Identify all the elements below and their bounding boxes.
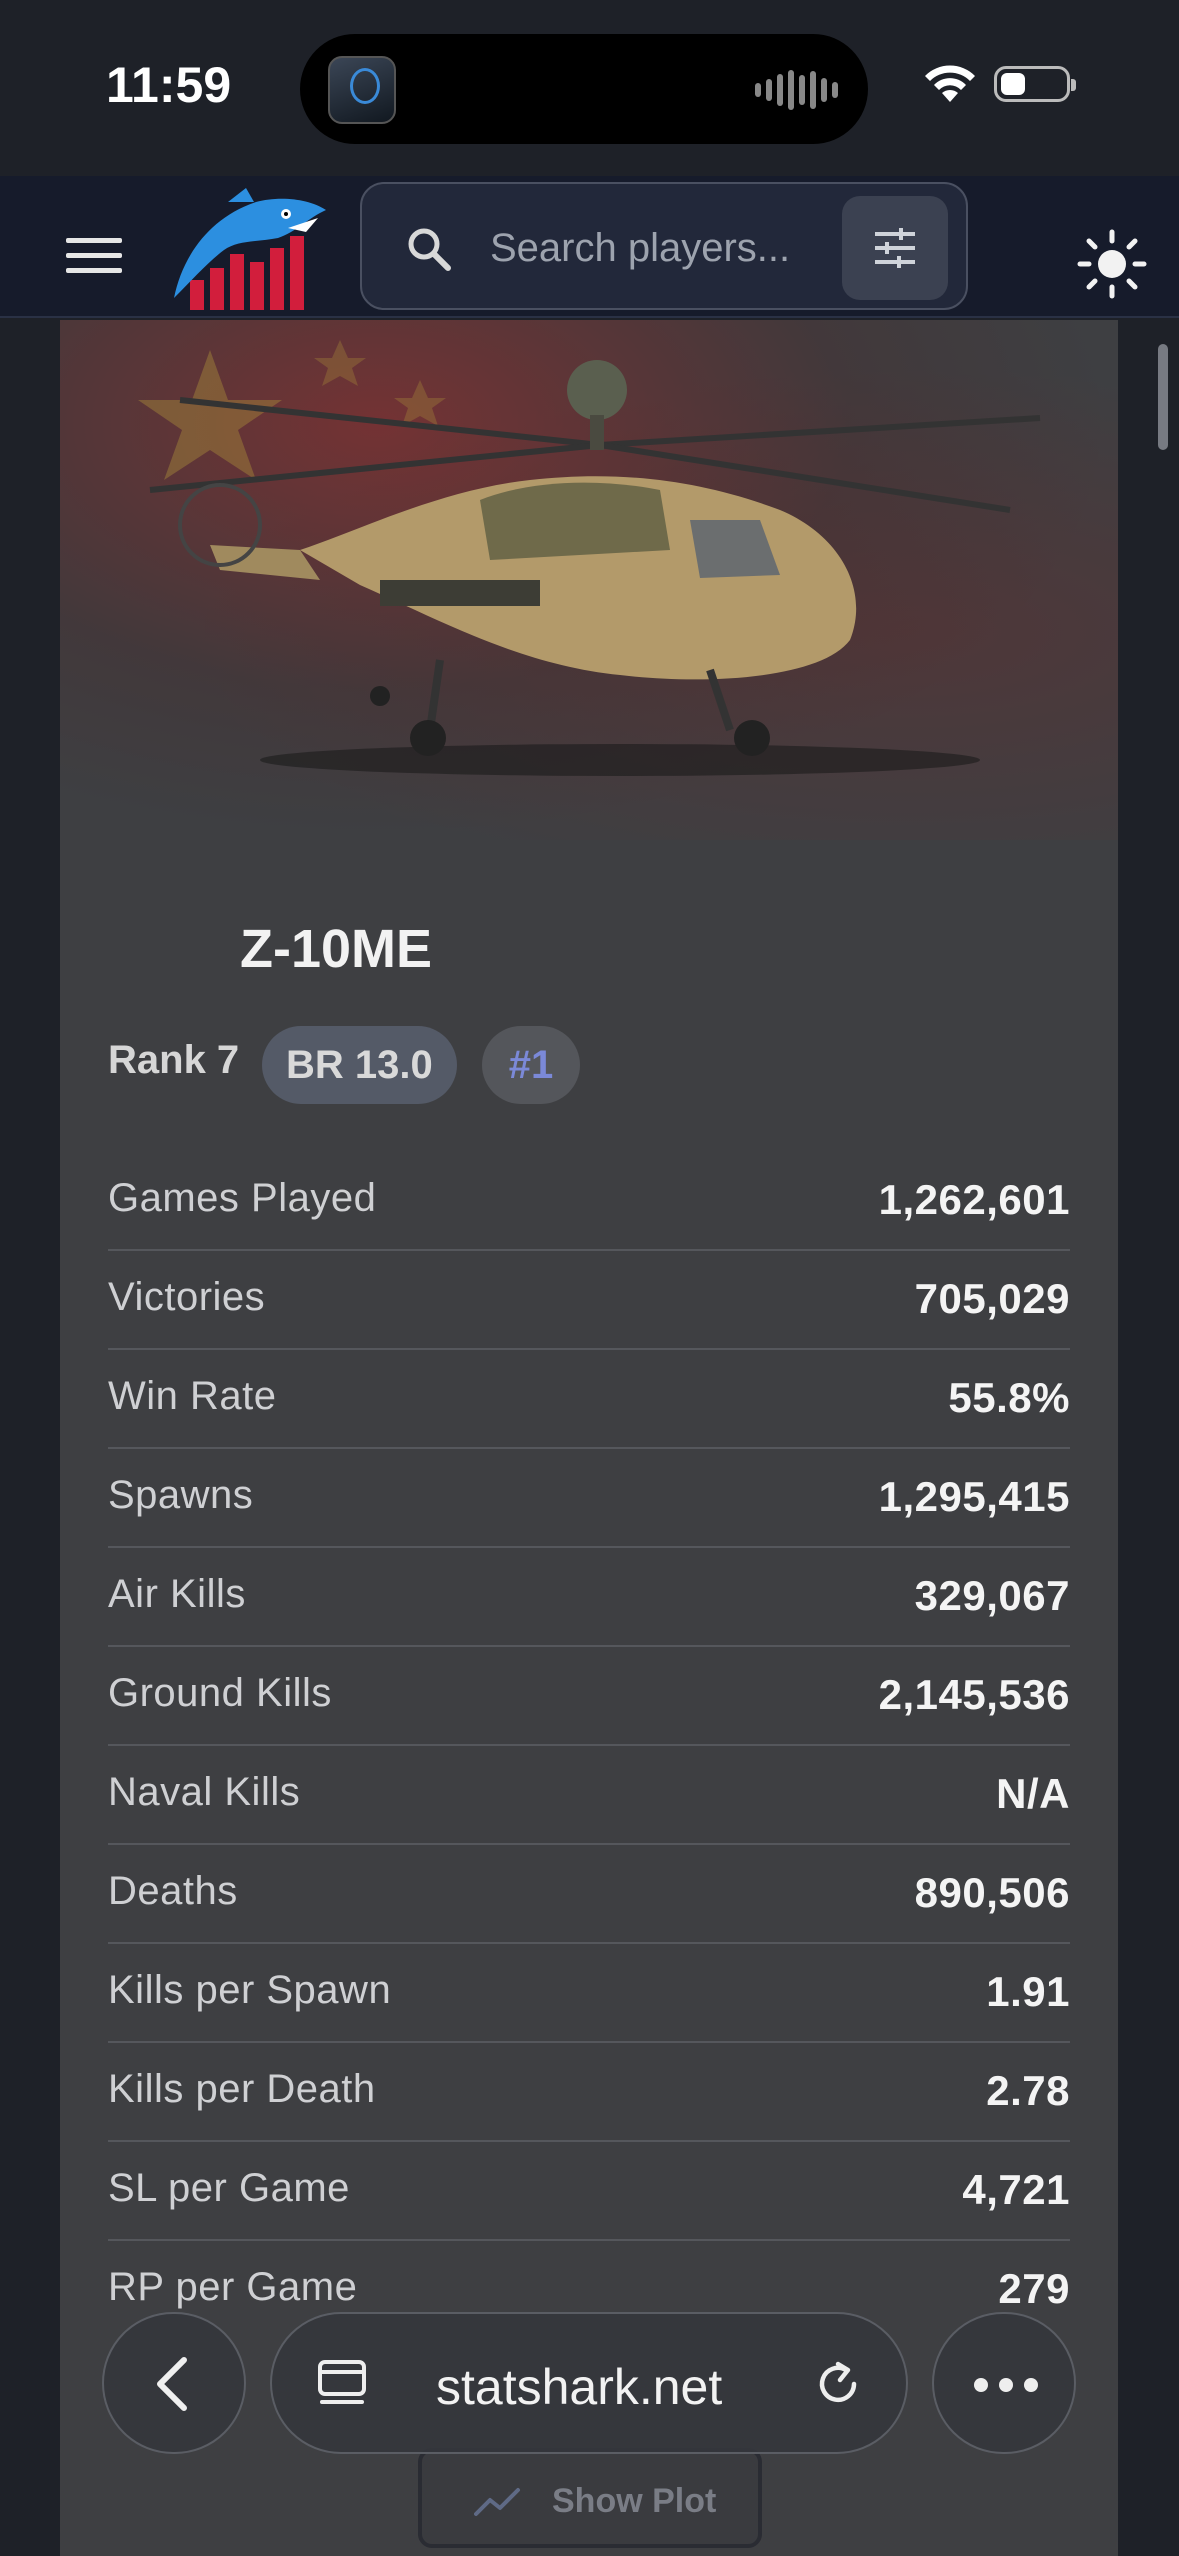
vehicle-image [60,320,1118,840]
stat-row-ground-kills: Ground Kills 2,145,536 [108,1647,1070,1746]
stat-value: 4,721 [962,2166,1070,2213]
stat-value: 1.91 [986,1968,1070,2015]
stat-label: Kills per Spawn [108,1968,392,2012]
stats-table: Games Played 1,262,601 Victories 705,029 W… [108,1152,1070,2340]
stat-label: RP per Game [108,2265,358,2309]
audio-waveform-icon [755,68,838,112]
stat-value: 2,145,536 [878,1671,1070,1718]
stat-value: 2.78 [986,2067,1070,2114]
rank-label: Rank 7 [108,1038,240,1082]
more-dots-icon [974,2378,988,2392]
stat-label: Air Kills [108,1572,246,1616]
search-icon [408,228,451,271]
sliders-icon [875,228,915,268]
filter-button[interactable] [842,196,948,300]
hamburger-menu-icon[interactable] [66,238,122,276]
dynamic-island [300,34,868,144]
stat-value: 329,067 [914,1572,1070,1619]
battle-rating-badge: BR 13.0 [262,1026,457,1104]
sun-icon[interactable] [1076,228,1148,300]
stat-label: SL per Game [108,2166,350,2210]
stat-value: 55.8% [948,1374,1070,1421]
stat-row-naval-kills: Naval Kills N/A [108,1746,1070,1845]
stat-row-games-played: Games Played 1,262,601 [108,1152,1070,1251]
status-bar: 11:59 [0,0,1179,176]
position-badge[interactable]: #1 [482,1026,580,1104]
battery-icon [994,66,1076,102]
show-plot-button[interactable]: Show Plot [418,2448,762,2548]
stat-row-victories: Victories 705,029 [108,1251,1070,1350]
stat-row-sl-per-game: SL per Game 4,721 [108,2142,1070,2241]
status-time: 11:59 [106,57,232,113]
vehicle-name: Z-10ME [240,919,433,979]
stat-row-kills-per-death: Kills per Death 2.78 [108,2043,1070,2142]
top-navbar [0,176,1179,318]
stat-value: N/A [996,1770,1070,1817]
helicopter-image [138,340,1041,776]
stat-value: 1,262,601 [878,1176,1070,1223]
browser-back-button[interactable] [102,2312,246,2454]
more-dots-icon [999,2378,1013,2392]
now-playing-artwork [328,56,396,124]
reload-icon[interactable] [812,2358,864,2410]
stat-label: Ground Kills [108,1671,332,1715]
search-input[interactable] [490,214,820,282]
stat-row-air-kills: Air Kills 329,067 [108,1548,1070,1647]
stat-label: Spawns [108,1473,254,1517]
stat-label: Naval Kills [108,1770,301,1814]
browser-url-bar[interactable]: statshark.net [270,2312,908,2454]
show-plot-label: Show Plot [552,2482,717,2520]
stat-value: 705,029 [914,1275,1070,1322]
chevron-left-icon [157,2357,187,2411]
stat-label: Deaths [108,1869,238,1913]
stat-label: Victories [108,1275,266,1319]
stat-row-deaths: Deaths 890,506 [108,1845,1070,1944]
stat-value: 1,295,415 [878,1473,1070,1520]
stat-value: 890,506 [914,1869,1070,1916]
search-box [360,182,968,310]
more-dots-icon [1024,2378,1038,2392]
wifi-icon [925,65,975,102]
stat-row-kills-per-spawn: Kills per Spawn 1.91 [108,1944,1070,2043]
more-options-button[interactable] [932,2312,1076,2454]
url-text: statshark.net [436,2359,723,2415]
stat-label: Win Rate [108,1374,277,1418]
tabs-icon [318,2360,366,2404]
stat-value: 279 [998,2265,1070,2312]
stat-label: Kills per Death [108,2067,376,2111]
statshark-logo[interactable] [168,188,328,312]
scrollbar[interactable] [1158,344,1168,450]
trend-line-icon [474,2488,520,2516]
stat-row-win-rate: Win Rate 55.8% [108,1350,1070,1449]
stat-row-spawns: Spawns 1,295,415 [108,1449,1070,1548]
stat-label: Games Played [108,1176,377,1220]
